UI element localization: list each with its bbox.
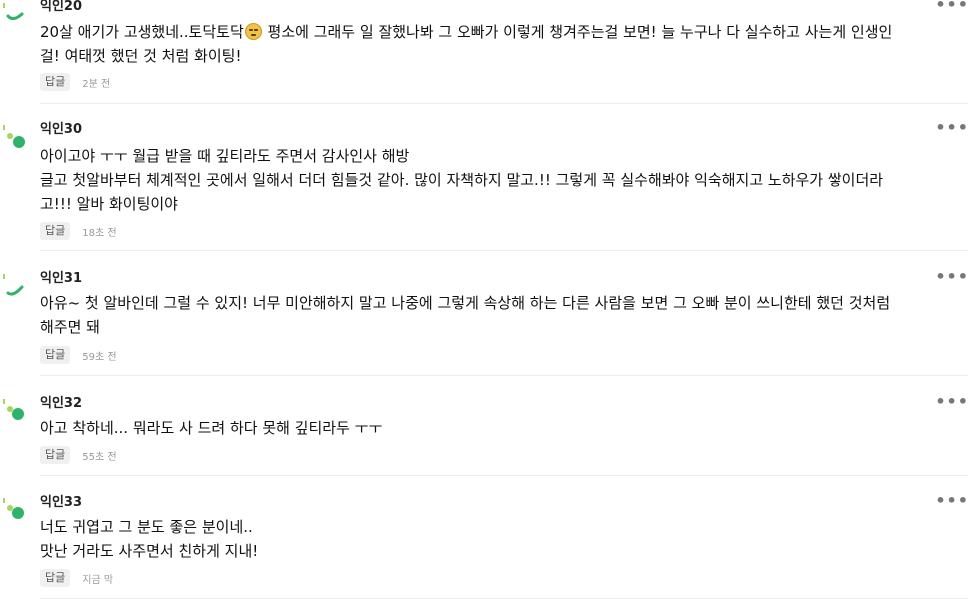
comment-author[interactable]: 익인20 (40, 0, 82, 15)
green-dots-icon (3, 498, 24, 519)
comment-author[interactable]: 익인33 (40, 495, 82, 511)
more-options-icon[interactable]: ••• (935, 493, 969, 509)
more-options-icon[interactable]: ••• (935, 0, 969, 13)
comment-time: 59초 전 (82, 351, 117, 363)
comment-author[interactable]: 익인31 (40, 271, 82, 287)
divider (40, 475, 968, 476)
reply-button[interactable]: 답글 (40, 446, 71, 464)
comment-author[interactable]: 익인32 (40, 396, 82, 412)
comment-text: 아유~ 첫 알바인데 그럴 수 있지! 너무 미안해하지 말고 나중에 그렇게 … (40, 294, 891, 336)
green-dots-icon (3, 125, 25, 148)
comment-text: 아고 착하네... 뭐라도 사 드려 하다 못해 깊티라두 ㅜㅜ (40, 419, 383, 437)
comment-text: 아이고야 ㅜㅜ 월급 받을 때 깊티라도 주면서 감사인사 해방 글고 첫알바부… (40, 147, 884, 213)
sad-face-emoji-icon (244, 23, 262, 40)
comment-author[interactable]: 익인30 (40, 122, 82, 138)
more-options-icon[interactable]: ••• (935, 120, 969, 136)
more-options-icon[interactable]: ••• (935, 269, 969, 285)
reply-button[interactable]: 답글 (40, 346, 71, 364)
comment-time: 18초 전 (82, 227, 117, 239)
comment-time: 55초 전 (82, 451, 117, 463)
comment-text: 너도 귀엽고 그 분도 좋은 분이네.. 맛난 거라도 사주면서 친하게 지내! (40, 518, 259, 560)
comment-time: 2분 전 (82, 78, 111, 90)
green-dots-icon (3, 399, 24, 420)
green-swoosh-icon (3, 3, 24, 21)
comment-text: 20살 애기가 고생했네..토닥토닥 평소에 그래두 일 잘했나봐 그 오빠가 … (40, 23, 893, 65)
divider (40, 598, 968, 599)
reply-button[interactable]: 답글 (40, 73, 71, 91)
more-options-icon[interactable]: ••• (935, 394, 969, 410)
green-swoosh-icon (3, 274, 24, 296)
divider (40, 250, 968, 251)
comment-time: 지금 막 (82, 574, 114, 586)
divider (40, 375, 968, 376)
divider (40, 103, 968, 104)
reply-button[interactable]: 답글 (40, 569, 71, 587)
reply-button[interactable]: 답글 (40, 222, 71, 240)
